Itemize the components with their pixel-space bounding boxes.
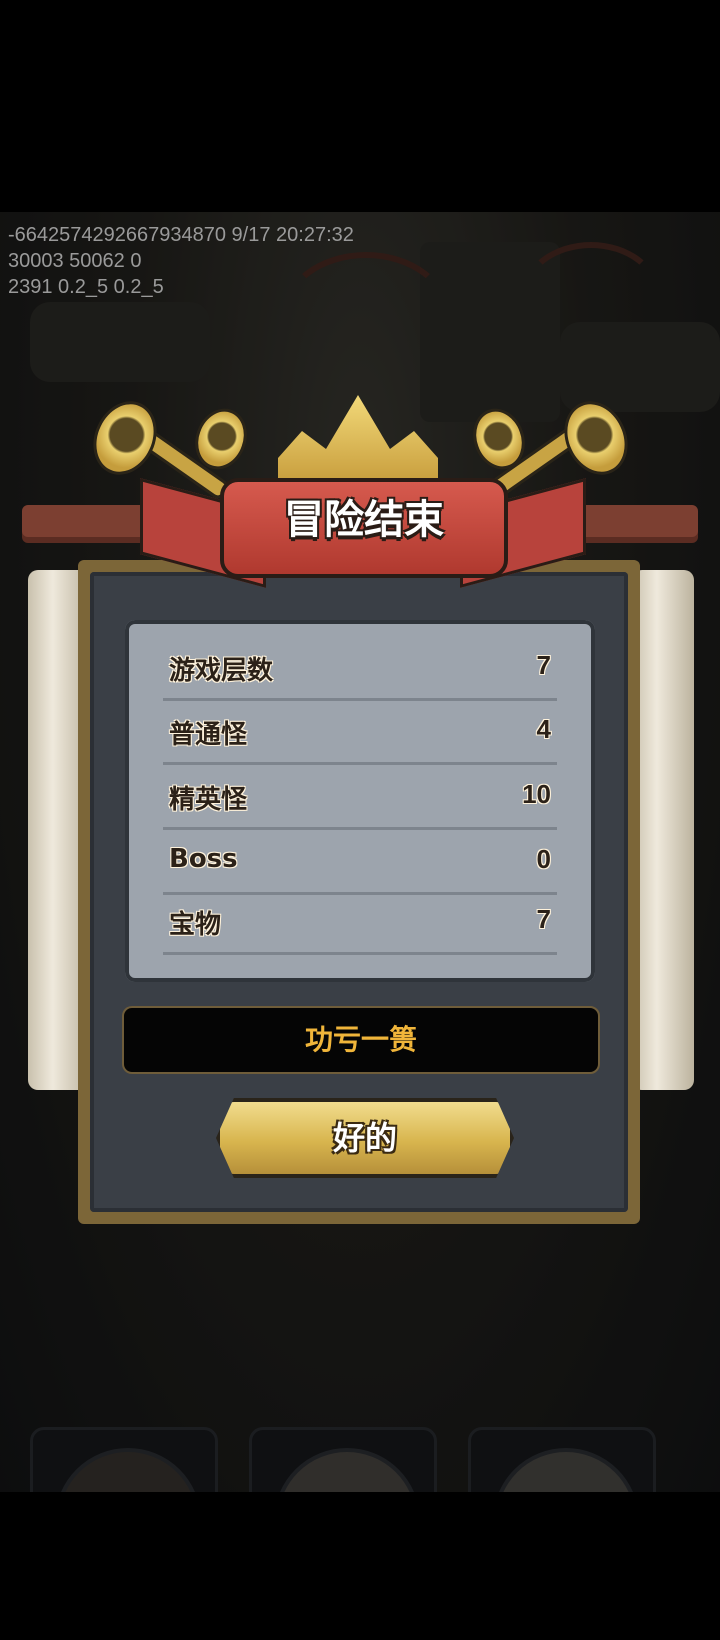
result-rating: 功亏一篑: [122, 1006, 600, 1074]
stat-value: 4: [536, 714, 551, 744]
stat-label: 游戏层数: [169, 656, 274, 686]
stat-value: 7: [536, 650, 551, 680]
stat-row-boss: Boss 0: [163, 832, 557, 895]
stat-label: 精英怪: [169, 785, 248, 815]
stat-label: 普通怪: [169, 720, 248, 750]
stat-row-treasure: 宝物 7: [163, 892, 557, 955]
stats-panel: 游戏层数 7 普通怪 4 精英怪 10 Boss 0 宝物 7: [125, 620, 595, 982]
debug-line: 30003 50062 0: [8, 250, 142, 272]
ok-button[interactable]: 好的: [216, 1098, 514, 1178]
debug-line: -6642574292667934870 9/17 20:27:32: [8, 224, 354, 246]
stat-value: 0: [536, 844, 551, 874]
stat-label: 宝物: [169, 910, 222, 940]
stat-value: 7: [536, 904, 551, 934]
dialog-title: 冒险结束: [284, 497, 444, 543]
debug-line: 2391 0.2_5 0.2_5: [8, 276, 164, 298]
stat-row-elite-monsters: 精英怪 10: [163, 767, 557, 830]
debug-info: -6642574292667934870 9/17 20:27:32 30003 …: [8, 222, 354, 300]
stat-row-floors: 游戏层数 7: [163, 638, 557, 701]
stat-row-normal-monsters: 普通怪 4: [163, 702, 557, 765]
stat-label: Boss: [169, 844, 238, 874]
right-curtain: [632, 570, 694, 1090]
stat-value: 10: [522, 779, 551, 809]
